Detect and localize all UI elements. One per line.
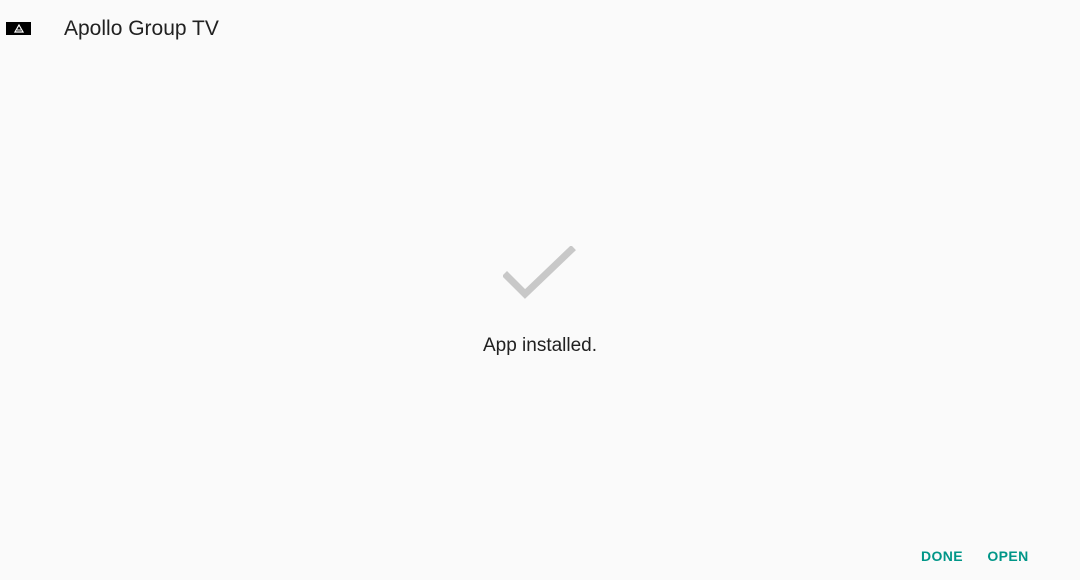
app-installed-screen: Apollo Group TV App installed. DONE OPEN (0, 0, 1080, 580)
app-header: Apollo Group TV (0, 0, 1080, 58)
apollo-app-icon (6, 22, 31, 35)
done-button[interactable]: DONE (920, 540, 964, 572)
action-buttons: DONE OPEN (840, 530, 1080, 580)
open-button[interactable]: OPEN (986, 540, 1030, 572)
app-title: Apollo Group TV (64, 17, 219, 40)
status-message: App installed. (482, 335, 598, 356)
install-status: App installed. (0, 236, 1080, 366)
checkmark-icon (503, 246, 576, 299)
